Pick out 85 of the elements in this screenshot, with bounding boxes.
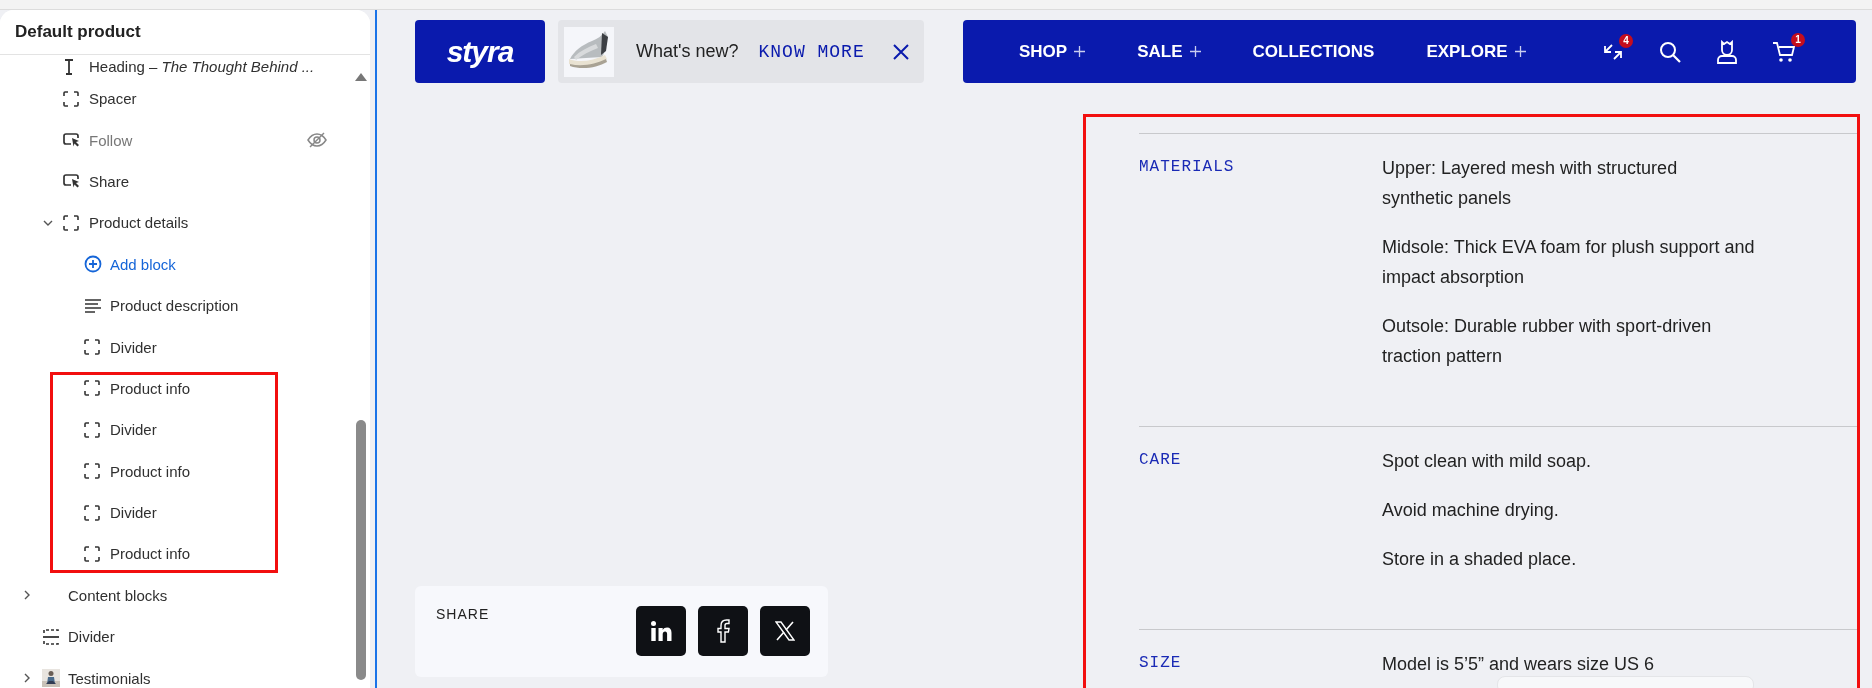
detail-text: Spot clean with mild soap. (1382, 450, 1593, 473)
tree-item[interactable]: Divider (0, 616, 370, 658)
share-button[interactable] (760, 606, 810, 656)
chevron-icon[interactable] (22, 590, 32, 601)
plus-icon (1514, 46, 1526, 57)
item-label: Add block (110, 255, 176, 273)
tree-item[interactable]: Heading – The Thought Behind ... (0, 55, 370, 78)
count-badge: 4 (1619, 33, 1633, 48)
divider-icon (42, 627, 60, 646)
block-icon (84, 421, 100, 438)
paragraph-icon (84, 298, 102, 313)
tree-item[interactable]: Follow (0, 119, 370, 161)
scrollbar-thumb[interactable] (356, 420, 366, 680)
item-label: Content blocks (68, 586, 168, 604)
hidden-icon[interactable] (307, 132, 327, 149)
account-icon[interactable] (1716, 39, 1738, 64)
item-label: Divider (110, 504, 157, 522)
plus-icon (1189, 46, 1201, 57)
chevron-icon[interactable] (22, 673, 32, 684)
block-icon (63, 214, 79, 231)
know-more-link[interactable]: KNOW MORE (758, 41, 865, 62)
detail-label: MATERIALS (1139, 157, 1236, 178)
x-icon (775, 621, 795, 641)
tree-item[interactable]: Divider (0, 326, 370, 368)
scroll-up-icon[interactable] (355, 73, 367, 81)
tree-item[interactable]: Product details (0, 202, 370, 244)
detail-text: Model is 5’5” and wears size US 6 (1382, 653, 1656, 676)
tree-item[interactable]: Spacer (0, 78, 370, 120)
share-button[interactable] (698, 606, 748, 656)
item-label: Follow (89, 131, 133, 149)
tree-item[interactable]: Share (0, 160, 370, 203)
brand-logo[interactable]: styra (415, 20, 545, 83)
item-label: Heading – The Thought Behind ... (89, 58, 315, 75)
block-icon (84, 546, 100, 562)
block-icon (84, 463, 100, 480)
detail-text: Midsole: Thick EVA foam for plush support and impact absorption (1382, 236, 1756, 289)
nav-link[interactable]: COLLECTIONS (1252, 41, 1375, 62)
facebook-icon (716, 619, 730, 643)
block-icon (84, 380, 100, 397)
detail-label: CARE (1139, 450, 1183, 471)
item-label: Spacer (89, 90, 137, 108)
announcement-text: What's new? (636, 41, 739, 62)
detail-text: Store in a shaded place. (1382, 548, 1578, 571)
item-label: Product info (110, 545, 191, 563)
item-label: Divider (110, 421, 157, 439)
block-icon (63, 90, 79, 107)
detail-text: Avoid machine drying. (1382, 499, 1560, 522)
item-label: Product info (110, 462, 191, 480)
share-label: SHARE (436, 606, 490, 624)
item-label: Divider (68, 628, 115, 646)
cursor-icon (63, 173, 81, 190)
item-label: Product description (110, 297, 239, 315)
tree-item[interactable]: Divider (0, 491, 370, 534)
tree-item[interactable]: Product description (0, 284, 370, 327)
detail-text: Outsole: Durable rubber with sport-driven traction pattern (1382, 315, 1713, 368)
nav-link[interactable]: SALE (1137, 41, 1201, 62)
tree-item[interactable]: Product info (0, 367, 370, 410)
nav-link[interactable]: SHOP (1019, 41, 1086, 62)
item-label: Product details (89, 214, 189, 232)
panel-title: Default product (15, 22, 141, 42)
cursor-icon (63, 132, 81, 149)
tree-item[interactable]: Add block (0, 243, 370, 285)
detail-label: SIZE (1139, 653, 1183, 674)
cart-icon[interactable] (1772, 39, 1796, 64)
count-badge: 1 (1791, 32, 1805, 47)
tree-item[interactable]: Product info (0, 450, 370, 492)
text-icon (63, 58, 75, 75)
search-icon[interactable] (1658, 39, 1682, 64)
add-icon (84, 255, 102, 274)
close-icon[interactable] (892, 43, 909, 60)
share-button[interactable] (636, 606, 686, 656)
item-label: Product info (110, 379, 191, 397)
detail-text: Upper: Layered mesh with structured synthetic panels (1382, 157, 1679, 210)
block-icon (84, 504, 100, 521)
item-label: Divider (110, 338, 157, 356)
tree-item[interactable]: Testimonials (0, 657, 370, 688)
plus-icon (1074, 46, 1086, 57)
linkedin-icon (650, 620, 672, 642)
item-label: Testimonials (68, 669, 151, 687)
block-icon (84, 339, 100, 356)
nav-link[interactable]: EXPLORE (1426, 41, 1526, 62)
tree-item[interactable]: Content blocks (0, 574, 370, 617)
tree-item[interactable]: Divider (0, 409, 370, 451)
item-label: Share (89, 172, 130, 190)
tree-item[interactable]: Product info (0, 533, 370, 575)
